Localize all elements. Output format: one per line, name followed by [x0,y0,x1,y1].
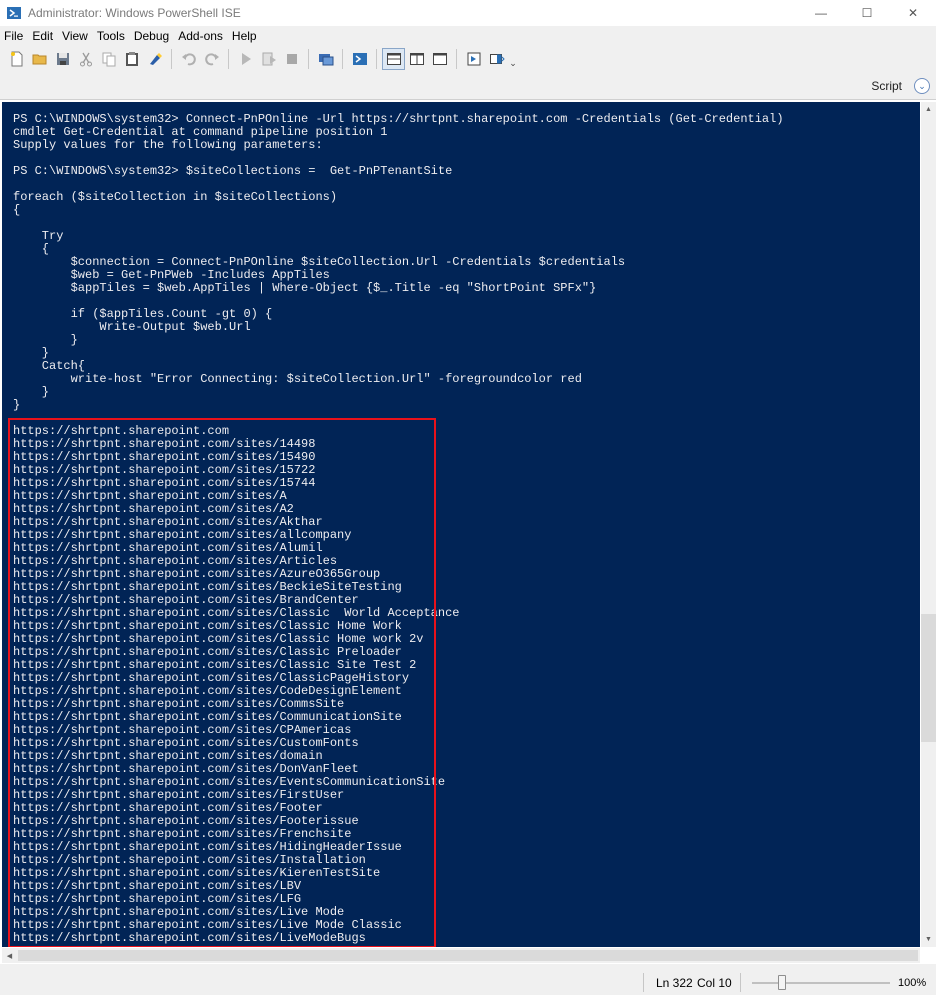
toolbar-separator [456,49,457,69]
scroll-down-arrow-icon[interactable]: ▼ [921,932,936,947]
menu-file[interactable]: File [0,29,28,43]
horizontal-scroll-thumb[interactable] [18,950,918,961]
console-line: Supply values for the following paramete… [13,138,323,152]
status-bar: Ln 322 Col 10 100% [0,970,936,995]
new-remote-tab-icon[interactable] [314,48,337,70]
vertical-scroll-thumb[interactable] [921,614,936,742]
toolbar-separator [376,49,377,69]
powershell-ise-window: Administrator: Windows PowerShell ISE — … [0,0,936,995]
menu-debug[interactable]: Debug [130,29,174,43]
console-pane-container: PS C:\WINDOWS\system32> Connect-PnPOnlin… [0,99,936,964]
paste-icon[interactable] [120,48,143,70]
menu-help[interactable]: Help [228,29,262,43]
show-script-pane-maximized-icon[interactable] [428,48,451,70]
cut-icon[interactable] [74,48,97,70]
toolbar-separator [171,49,172,69]
save-icon[interactable] [51,48,74,70]
title-bar[interactable]: Administrator: Windows PowerShell ISE — … [0,0,936,26]
console-line: } [13,346,50,360]
console-line: } [13,398,21,412]
console-line: } [13,385,50,399]
script-pane-bar: Script ⌄ [0,75,936,97]
console-line: PS C:\WINDOWS\system32> $siteCollections… [13,164,453,178]
script-pane-label: Script [871,79,902,93]
console-pane[interactable]: PS C:\WINDOWS\system32> Connect-PnPOnlin… [2,102,920,947]
run-script-icon[interactable] [234,48,257,70]
minimize-button[interactable]: — [798,0,844,26]
toolbar-separator [308,49,309,69]
toolbar-separator [342,49,343,69]
menu-bar: File Edit View Tools Debug Add-ons Help [0,27,262,45]
menu-add-ons[interactable]: Add-ons [174,29,228,43]
horizontal-scrollbar[interactable]: ◀ [2,948,920,963]
toolbar-separator [228,49,229,69]
show-commands-icon[interactable] [462,48,485,70]
show-commands-addon-icon[interactable] [485,48,508,70]
redo-icon[interactable] [200,48,223,70]
status-separator [643,973,644,992]
console-line: Write-Output $web.Url [13,320,251,334]
console-line: foreach ($siteCollection in $siteCollect… [13,190,338,204]
copy-icon[interactable] [97,48,120,70]
console-line: } [13,333,78,347]
clear-console-icon[interactable] [143,48,166,70]
start-powershell-icon[interactable] [348,48,371,70]
status-column-number: Col 10 [697,976,732,990]
menu-tools[interactable]: Tools [93,29,130,43]
show-script-pane-button[interactable]: ⌄ [914,78,930,94]
show-script-pane-right-icon[interactable] [405,48,428,70]
zoom-slider-track[interactable] [752,982,890,984]
console-line: Try [13,229,64,243]
highlight-annotation-box [8,418,436,947]
window-title: Administrator: Windows PowerShell ISE [28,6,241,20]
show-script-pane-top-icon[interactable] [382,48,405,70]
stop-icon[interactable] [280,48,303,70]
maximize-button[interactable]: ☐ [844,0,890,26]
powershell-ise-icon [7,6,21,20]
console-line: { [13,203,21,217]
menu-view[interactable]: View [58,29,93,43]
scroll-left-arrow-icon[interactable]: ◀ [2,948,17,963]
new-file-icon[interactable] [5,48,28,70]
zoom-level: 100% [898,977,927,989]
run-selection-icon[interactable] [257,48,280,70]
undo-icon[interactable] [177,48,200,70]
toolbar: ⌄ [0,46,936,72]
console-line: write-host "Error Connecting: $siteColle… [13,372,582,386]
window-controls: — ☐ ✕ [798,0,936,26]
zoom-slider-thumb[interactable] [778,975,786,990]
console-line: $appTiles = $web.AppTiles | Where-Object… [13,281,597,295]
status-separator [740,973,741,992]
open-folder-icon[interactable] [28,48,51,70]
toolbar-overflow-icon[interactable]: ⌄ [508,48,518,70]
menu-edit[interactable]: Edit [28,29,58,43]
close-button[interactable]: ✕ [890,0,936,26]
vertical-scrollbar[interactable]: ▲ ▼ [921,102,936,947]
scroll-up-arrow-icon[interactable]: ▲ [921,102,936,117]
status-line-number: Ln 322 [656,976,693,990]
